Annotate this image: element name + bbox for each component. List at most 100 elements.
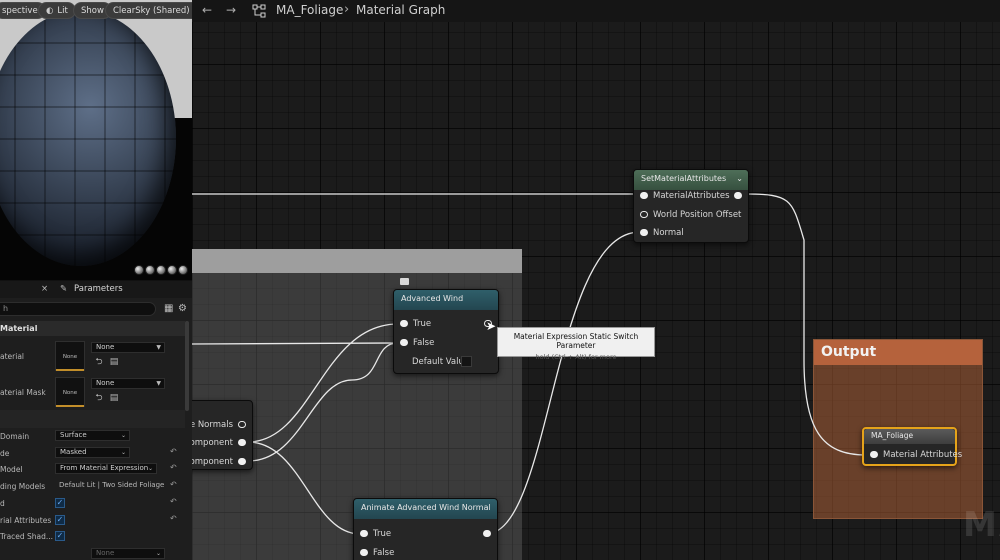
bottom-value: None bbox=[96, 549, 115, 557]
pin-dot[interactable] bbox=[238, 421, 246, 428]
two-sided-checkbox[interactable]: ✓ bbox=[55, 498, 65, 508]
pin-dot[interactable] bbox=[400, 339, 408, 346]
skylight-dropdown[interactable]: ClearSky (Shared) ⌄ bbox=[105, 2, 192, 19]
pin-label: True bbox=[413, 319, 432, 329]
section-material[interactable]: Material bbox=[0, 321, 185, 336]
row-divider bbox=[0, 410, 185, 428]
preview-mesh-icon[interactable] bbox=[178, 265, 188, 275]
browse-folder-icon[interactable]: ▤ bbox=[109, 393, 119, 403]
details-search-input[interactable]: h bbox=[0, 302, 156, 316]
lit-button[interactable]: ◐ Lit bbox=[38, 2, 76, 19]
material-asset-picker[interactable]: None ▼ bbox=[91, 342, 165, 353]
pin-dot[interactable] bbox=[640, 229, 648, 236]
pin-label: MaterialAttributes bbox=[653, 191, 730, 201]
search-placeholder: h bbox=[3, 304, 9, 313]
reset-icon[interactable]: ↶ bbox=[170, 480, 177, 489]
row-domain: Domain Surface ⌄ bbox=[0, 430, 185, 443]
preview-shape-buttons[interactable] bbox=[134, 265, 188, 275]
pin-true[interactable]: True bbox=[400, 319, 431, 329]
material-mask-picker[interactable]: None ▼ bbox=[91, 378, 165, 389]
chevron-down-icon: ⌄ bbox=[155, 550, 161, 557]
pin-label: World Position Offset bbox=[653, 210, 742, 220]
node-header[interactable]: Animate Advanced Wind Normal bbox=[354, 499, 497, 519]
pin-normal[interactable]: Normal bbox=[640, 228, 684, 238]
breadcrumb-asset[interactable]: MA_Foliage bbox=[276, 3, 343, 17]
default-value-checkbox[interactable] bbox=[461, 356, 472, 367]
node-header[interactable]: Advanced Wind bbox=[394, 290, 498, 310]
pin-dot[interactable] bbox=[640, 192, 648, 199]
chevron-down-icon[interactable]: ⌄ bbox=[736, 170, 743, 188]
perspective-label: spective bbox=[2, 6, 38, 16]
pin-dot[interactable] bbox=[400, 320, 408, 327]
reset-icon[interactable]: ↶ bbox=[170, 497, 177, 506]
domain-select[interactable]: Surface ⌄ bbox=[55, 430, 130, 441]
chevron-down-icon: ▼ bbox=[156, 380, 161, 387]
row-material-mask-label: aterial Mask bbox=[0, 388, 46, 397]
use-asset-icon[interactable]: ⮌ bbox=[94, 393, 104, 403]
pin-dot[interactable] bbox=[640, 211, 648, 218]
pin-dot[interactable] bbox=[483, 530, 491, 537]
preview-viewport[interactable]: spective ◐Lit Show ClearSky (Shared) ⌄ bbox=[0, 0, 192, 280]
pin-material-attributes-out[interactable] bbox=[729, 191, 742, 201]
pin-material-attributes-in[interactable]: MaterialAttributes bbox=[640, 191, 730, 201]
pin-dot[interactable] bbox=[734, 192, 742, 199]
row-material-label: aterial bbox=[0, 352, 24, 361]
row-blend-mode-label: de bbox=[0, 449, 10, 458]
close-tab-icon[interactable]: × bbox=[41, 284, 48, 294]
node-animate-advanced-wind-normal[interactable]: Animate Advanced Wind Normal True False bbox=[353, 498, 498, 560]
bottom-select[interactable]: None ⌄ bbox=[91, 548, 165, 559]
reset-icon[interactable]: ↶ bbox=[170, 514, 177, 523]
reset-icon[interactable]: ↶ bbox=[170, 463, 177, 472]
pin-true[interactable]: True bbox=[360, 529, 391, 539]
pin-false[interactable]: False bbox=[400, 338, 434, 348]
pin-false[interactable]: False bbox=[360, 548, 394, 558]
row-two-sided: d ✓ ↶ bbox=[0, 497, 185, 510]
pin-dot[interactable] bbox=[238, 458, 246, 465]
details-scrollbar[interactable] bbox=[185, 321, 189, 411]
pin-world-position-offset[interactable]: World Position Offset bbox=[640, 210, 741, 220]
blend-mode-value: Masked bbox=[60, 448, 87, 456]
pin-normals[interactable]: ace Normals bbox=[192, 420, 246, 430]
material-attributes-checkbox[interactable]: ✓ bbox=[55, 515, 65, 525]
pin-tooltip: Material Expression Static Switch Parame… bbox=[497, 327, 655, 361]
browse-folder-icon[interactable]: ▤ bbox=[109, 357, 119, 367]
material-graph-canvas[interactable]: Output ← → MA_Foliage › Material Graph S… bbox=[192, 0, 1000, 560]
breadcrumb-graph[interactable]: Material Graph bbox=[356, 3, 445, 17]
ray-traced-checkbox[interactable]: ✓ bbox=[55, 531, 65, 541]
gear-icon[interactable]: ⚙ bbox=[178, 303, 189, 314]
table-view-icon[interactable]: ▦ bbox=[164, 303, 175, 314]
node-header[interactable]: SetMaterialAttributes ⌄ bbox=[634, 170, 748, 190]
node-vertex-normal[interactable]: ace Normals Component Component bbox=[192, 400, 253, 470]
pin-dot[interactable] bbox=[360, 549, 368, 556]
node-title: Animate Advanced Wind Normal bbox=[361, 503, 491, 512]
pin-dot[interactable] bbox=[238, 439, 246, 446]
preview-cylinder-icon[interactable] bbox=[134, 265, 144, 275]
blend-mode-select[interactable]: Masked ⌄ bbox=[55, 447, 130, 458]
shading-model-select[interactable]: From Material Expression ⌄ bbox=[55, 463, 157, 474]
node-advanced-wind[interactable]: Advanced Wind True False Default Value bbox=[393, 289, 499, 374]
pin-component-a[interactable]: Component bbox=[192, 438, 246, 448]
material-thumbnail[interactable]: None bbox=[55, 341, 85, 371]
material-mask-thumbnail[interactable]: None bbox=[55, 377, 85, 407]
preview-plane-icon[interactable] bbox=[156, 265, 166, 275]
tab-parameters[interactable]: ✎ Parameters bbox=[60, 281, 123, 298]
use-asset-icon[interactable]: ⮌ bbox=[94, 357, 104, 367]
node-output-material[interactable]: MA_Foliage Material Attributes bbox=[862, 427, 962, 466]
row-material: aterial None None ▼ ⮌ ▤ bbox=[0, 339, 185, 373]
back-arrow-icon[interactable]: ← bbox=[202, 3, 212, 17]
pin-material-attributes[interactable]: Material Attributes bbox=[870, 450, 962, 460]
preview-cube-icon[interactable] bbox=[167, 265, 177, 275]
node-set-material-attributes[interactable]: SetMaterialAttributes ⌄ MaterialAttribut… bbox=[633, 169, 749, 243]
tooltip-title: Material Expression Static Switch Parame… bbox=[513, 332, 639, 350]
preview-sphere-icon[interactable] bbox=[145, 265, 155, 275]
pin-dot[interactable] bbox=[870, 451, 878, 458]
forward-arrow-icon[interactable]: → bbox=[226, 3, 236, 17]
output-comment-title[interactable]: Output bbox=[814, 340, 982, 365]
pin-component-b[interactable]: Component bbox=[192, 457, 246, 467]
reset-icon[interactable]: ↶ bbox=[170, 447, 177, 456]
comment-bubble-icon[interactable] bbox=[400, 278, 409, 285]
pin-output[interactable] bbox=[478, 529, 491, 539]
comment-header[interactable] bbox=[192, 249, 522, 273]
node-header[interactable]: MA_Foliage bbox=[864, 429, 955, 444]
pin-dot[interactable] bbox=[360, 530, 368, 537]
